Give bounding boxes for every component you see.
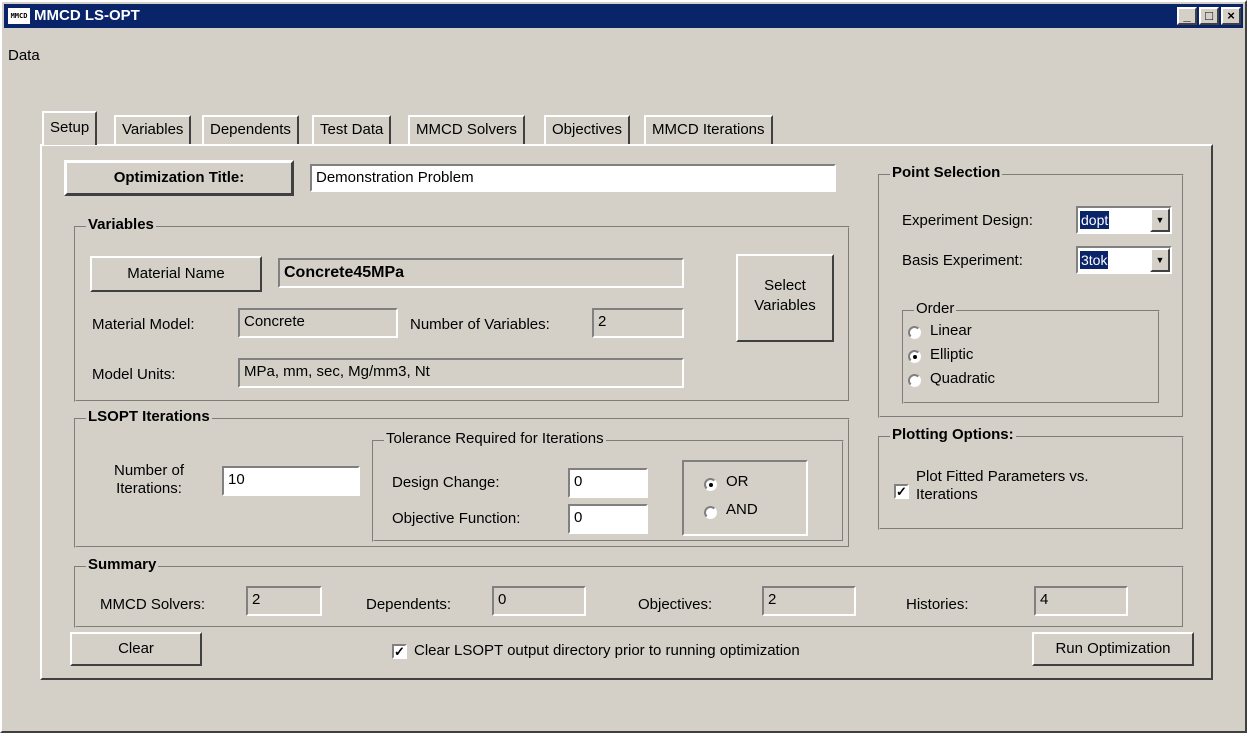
quadratic-radio[interactable] bbox=[908, 374, 921, 387]
mmcd-solvers-field: 2 bbox=[246, 586, 322, 616]
tolerance-caption: Tolerance Required for Iterations bbox=[384, 430, 606, 447]
basis-experiment-value: 3tok bbox=[1080, 251, 1109, 269]
experiment-design-select[interactable]: dopt ▼ bbox=[1076, 206, 1172, 234]
number-of-iterations-label: Number of Iterations: bbox=[114, 462, 184, 498]
chevron-down-icon[interactable]: ▼ bbox=[1150, 248, 1170, 272]
material-name-field: Concrete45MPa bbox=[278, 258, 684, 288]
order-caption: Order bbox=[914, 300, 957, 317]
logic-box: OR AND bbox=[682, 460, 808, 536]
tab-objectives[interactable]: Objectives bbox=[544, 115, 631, 145]
run-optimization-button[interactable]: Run Optimization bbox=[1032, 632, 1194, 666]
objectives-field: 2 bbox=[762, 586, 856, 616]
menu-bar: Data bbox=[8, 47, 40, 64]
chevron-down-icon[interactable]: ▼ bbox=[1150, 208, 1170, 232]
plotting-options-group: Plotting Options: ✓ Plot Fitted Paramete… bbox=[878, 426, 1184, 530]
tab-mmcd-solvers[interactable]: MMCD Solvers bbox=[408, 115, 525, 145]
select-variables-button[interactable]: Select Variables bbox=[736, 254, 834, 342]
tab-dependents[interactable]: Dependents bbox=[202, 115, 299, 145]
clear-directory-checkbox[interactable]: ✓ bbox=[392, 644, 407, 659]
material-model-field: Concrete bbox=[238, 308, 398, 338]
quadratic-label: Quadratic bbox=[930, 370, 996, 387]
number-of-iterations-input[interactable]: 10 bbox=[222, 466, 360, 496]
experiment-design-label: Experiment Design: bbox=[902, 212, 1033, 229]
plot-fitted-label: Plot Fitted Parameters vs. Iterations bbox=[916, 468, 1089, 504]
close-button[interactable]: × bbox=[1221, 7, 1241, 25]
order-group: Order Linear Elliptic Quadratic bbox=[902, 300, 1160, 404]
basis-experiment-select[interactable]: 3tok ▼ bbox=[1076, 246, 1172, 274]
menu-data[interactable]: Data bbox=[8, 47, 40, 64]
summary-caption: Summary bbox=[86, 556, 159, 573]
tab-test-data[interactable]: Test Data bbox=[312, 115, 392, 145]
or-label: OR bbox=[726, 473, 749, 490]
app-icon[interactable]: MMCD bbox=[8, 8, 30, 24]
tolerance-group: Tolerance Required for Iterations Design… bbox=[372, 430, 844, 542]
minimize-button[interactable]: _ bbox=[1177, 7, 1197, 25]
model-units-label: Model Units: bbox=[92, 366, 176, 383]
histories-field: 4 bbox=[1034, 586, 1128, 616]
experiment-design-value: dopt bbox=[1080, 211, 1110, 229]
plot-fitted-line1: Plot Fitted Parameters vs. bbox=[916, 468, 1089, 485]
select-variables-line1: Select bbox=[764, 277, 806, 294]
lsopt-iterations-group: LSOPT Iterations Number of Iterations: 1… bbox=[74, 408, 850, 548]
summary-group: Summary MMCD Solvers: 2 Dependents: 0 Ob… bbox=[74, 556, 1184, 628]
number-of-iterations-line1: Number of bbox=[114, 462, 185, 479]
basis-experiment-label: Basis Experiment: bbox=[902, 252, 1023, 269]
objectives-label: Objectives: bbox=[638, 596, 713, 613]
title-bar[interactable]: MMCD MMCD LS-OPT _ □ × bbox=[4, 4, 1243, 28]
select-variables-line2: Variables bbox=[754, 297, 816, 314]
linear-label: Linear bbox=[930, 322, 972, 339]
model-units-field: MPa, mm, sec, Mg/mm3, Nt bbox=[238, 358, 684, 388]
clear-directory-label: Clear LSOPT output directory prior to ru… bbox=[414, 642, 800, 659]
and-radio[interactable] bbox=[704, 506, 717, 519]
maximize-button[interactable]: □ bbox=[1199, 7, 1219, 25]
dependents-label: Dependents: bbox=[366, 596, 452, 613]
clear-button[interactable]: Clear bbox=[70, 632, 202, 666]
or-radio[interactable] bbox=[704, 478, 717, 491]
point-selection-caption: Point Selection bbox=[890, 164, 1003, 181]
design-change-label: Design Change: bbox=[392, 474, 500, 491]
plot-fitted-checkbox[interactable]: ✓ bbox=[894, 484, 909, 499]
variables-group: Variables Material Name Concrete45MPa Ma… bbox=[74, 216, 850, 402]
objective-function-input[interactable]: 0 bbox=[568, 504, 648, 534]
material-name-button[interactable]: Material Name bbox=[90, 256, 262, 292]
objective-function-label: Objective Function: bbox=[392, 510, 521, 527]
elliptic-label: Elliptic bbox=[930, 346, 974, 363]
tab-mmcd-iterations[interactable]: MMCD Iterations bbox=[644, 115, 773, 145]
number-of-variables-label: Number of Variables: bbox=[410, 316, 550, 333]
number-of-variables-field: 2 bbox=[592, 308, 684, 338]
plot-fitted-line2: Iterations bbox=[916, 486, 978, 503]
histories-label: Histories: bbox=[906, 596, 969, 613]
plotting-options-caption: Plotting Options: bbox=[890, 426, 1016, 443]
material-model-label: Material Model: bbox=[92, 316, 195, 333]
elliptic-radio[interactable] bbox=[908, 350, 921, 363]
number-of-iterations-line2: Iterations: bbox=[116, 480, 182, 497]
and-label: AND bbox=[726, 501, 758, 518]
variables-caption: Variables bbox=[86, 216, 156, 233]
tab-variables[interactable]: Variables bbox=[114, 115, 192, 145]
dependents-field: 0 bbox=[492, 586, 586, 616]
mmcd-solvers-label: MMCD Solvers: bbox=[100, 596, 206, 613]
optimization-title-input[interactable]: Demonstration Problem bbox=[310, 164, 836, 192]
design-change-input[interactable]: 0 bbox=[568, 468, 648, 498]
tab-setup[interactable]: Setup bbox=[42, 111, 98, 145]
linear-radio[interactable] bbox=[908, 326, 921, 339]
point-selection-group: Point Selection Experiment Design: dopt … bbox=[878, 164, 1184, 418]
window-title: MMCD LS-OPT bbox=[34, 7, 140, 24]
optimization-title-button[interactable]: Optimization Title: bbox=[64, 160, 294, 196]
lsopt-iterations-caption: LSOPT Iterations bbox=[86, 408, 212, 425]
setup-panel: Optimization Title: Demonstration Proble… bbox=[40, 144, 1213, 680]
main-window: MMCD MMCD LS-OPT _ □ × Data Setup Variab… bbox=[0, 0, 1247, 733]
